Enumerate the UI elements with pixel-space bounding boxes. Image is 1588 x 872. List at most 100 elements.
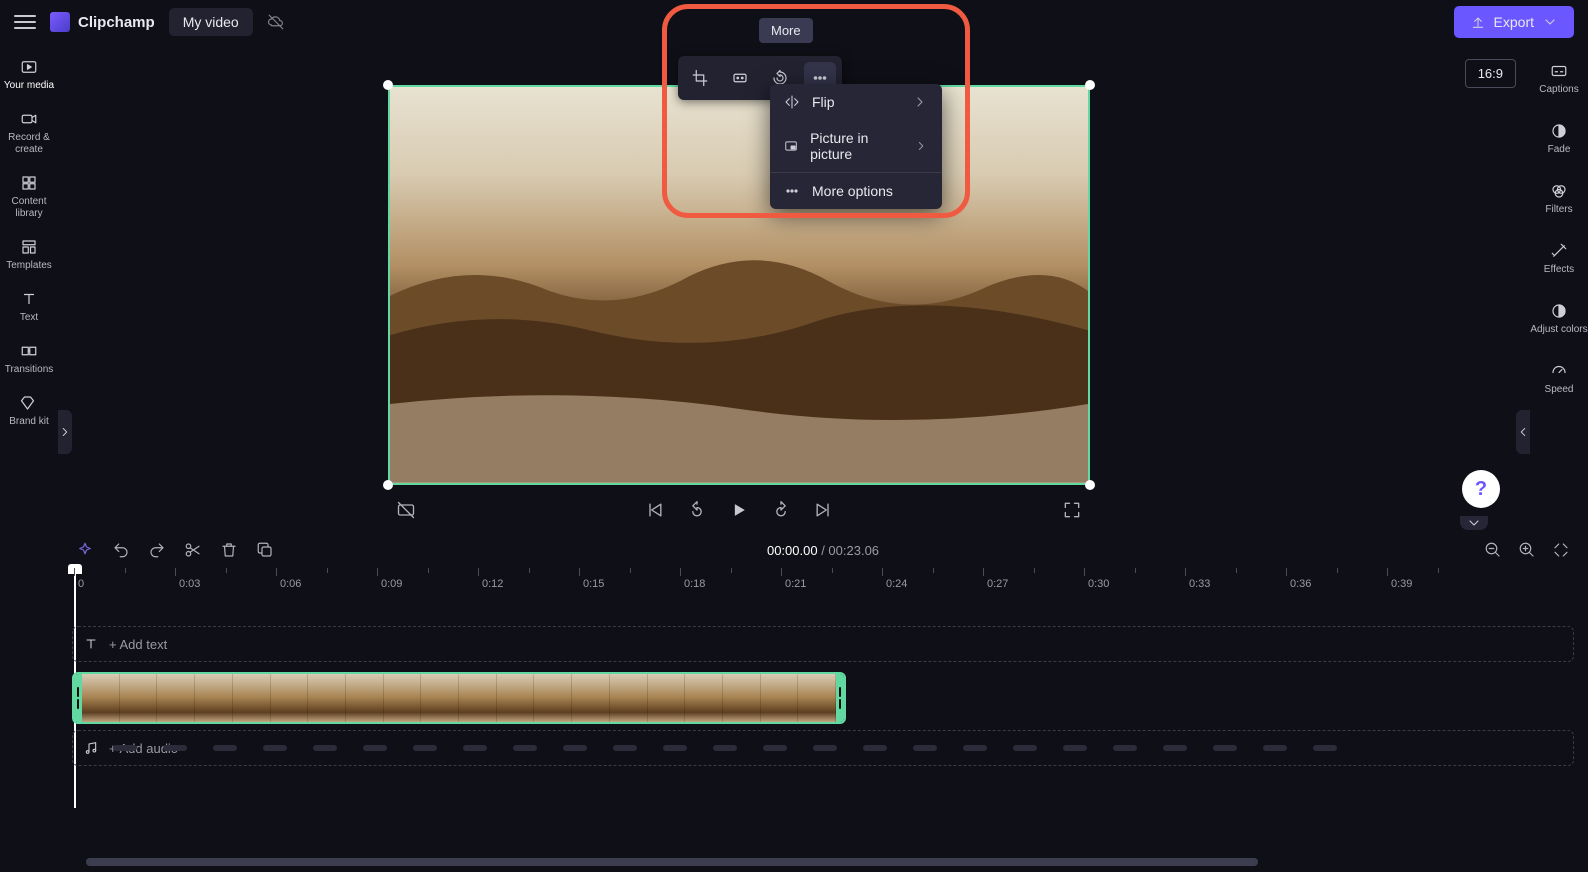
effects-icon bbox=[1550, 242, 1568, 260]
ruler-subtick bbox=[226, 568, 227, 573]
ruler-label: 0:06 bbox=[280, 578, 301, 590]
media-icon bbox=[20, 58, 38, 76]
library-icon bbox=[20, 174, 38, 192]
chevron-down-icon bbox=[1466, 515, 1482, 531]
menu-item-flip[interactable]: Flip bbox=[770, 84, 942, 120]
flip-icon bbox=[784, 94, 800, 110]
menu-item-more-options[interactable]: More options bbox=[770, 173, 942, 209]
more-tooltip: More bbox=[759, 18, 813, 43]
no-watermark-icon bbox=[396, 500, 416, 520]
redo-button[interactable] bbox=[148, 541, 166, 559]
help-button[interactable]: ? bbox=[1462, 470, 1500, 508]
play-button[interactable] bbox=[729, 500, 749, 520]
remove-watermark-button[interactable] bbox=[396, 500, 416, 520]
zoom-out-button[interactable] bbox=[1484, 541, 1502, 559]
export-button[interactable]: Export bbox=[1454, 6, 1574, 38]
cloud-sync-icon[interactable] bbox=[267, 13, 285, 31]
playhead-handle[interactable] bbox=[68, 564, 82, 574]
clip-handle-left[interactable] bbox=[74, 674, 82, 722]
menu-item-pip[interactable]: Picture in picture bbox=[770, 120, 942, 172]
panel-collapse-button[interactable] bbox=[1460, 516, 1488, 530]
zoom-in-button[interactable] bbox=[1518, 541, 1536, 559]
right-rail-collapse-button[interactable] bbox=[1516, 410, 1530, 454]
forward-icon bbox=[771, 500, 791, 520]
resize-handle-bl[interactable] bbox=[383, 480, 393, 490]
sidebar-item-transitions[interactable]: Transitions bbox=[0, 336, 60, 382]
zoom-fit-icon bbox=[1552, 541, 1570, 559]
sidebar-item-brand-kit[interactable]: Brand kit bbox=[0, 388, 60, 434]
rewind-button[interactable] bbox=[687, 500, 707, 520]
preview-canvas[interactable] bbox=[388, 85, 1090, 485]
aspect-ratio-button[interactable]: 16:9 bbox=[1465, 59, 1516, 88]
video-track[interactable] bbox=[72, 672, 1574, 720]
sidebar-item-record-create[interactable]: Record & create bbox=[0, 104, 60, 162]
ruler-subtick bbox=[125, 568, 126, 573]
sidebar-item-speed[interactable]: Speed bbox=[1528, 352, 1588, 406]
sidebar-item-effects[interactable]: Effects bbox=[1528, 232, 1588, 286]
ruler-tick bbox=[377, 568, 378, 576]
fullscreen-button[interactable] bbox=[1062, 500, 1082, 520]
resize-handle-tr[interactable] bbox=[1085, 80, 1095, 90]
brand-icon bbox=[20, 394, 38, 412]
upload-icon bbox=[1470, 14, 1486, 30]
ruler-tick bbox=[74, 568, 75, 576]
more-icon bbox=[784, 183, 800, 199]
timeline: 00:00.00 / 00:23.06 00:030:060:090:120:1… bbox=[58, 532, 1588, 872]
delete-button[interactable] bbox=[220, 541, 238, 559]
ai-button[interactable] bbox=[76, 541, 94, 559]
clip-handle-right[interactable] bbox=[836, 674, 844, 722]
filters-icon bbox=[1550, 182, 1568, 200]
ruler-subtick bbox=[1034, 568, 1035, 573]
crop-button[interactable] bbox=[684, 62, 716, 94]
preview-frame bbox=[388, 85, 1090, 485]
ruler-tick bbox=[1084, 568, 1085, 576]
ruler-label: 0:09 bbox=[381, 578, 402, 590]
resize-handle-tl[interactable] bbox=[383, 80, 393, 90]
resize-handle-br[interactable] bbox=[1085, 480, 1095, 490]
skip-forward-button[interactable] bbox=[813, 500, 833, 520]
music-icon bbox=[83, 740, 99, 756]
timeline-ruler[interactable]: 00:030:060:090:120:150:180:210:240:270:3… bbox=[72, 568, 1574, 594]
ruler-label: 0:30 bbox=[1088, 578, 1109, 590]
menu-button[interactable] bbox=[14, 15, 36, 29]
ruler-subtick bbox=[630, 568, 631, 573]
ruler-label: 0:15 bbox=[583, 578, 604, 590]
sidebar-item-captions[interactable]: Captions bbox=[1528, 52, 1588, 106]
left-rail-expand-button[interactable] bbox=[58, 410, 72, 454]
sidebar-item-your-media[interactable]: Your media bbox=[0, 52, 60, 98]
text-track-placeholder[interactable]: + Add text bbox=[72, 626, 1574, 662]
transport-controls bbox=[388, 492, 1090, 528]
ruler-subtick bbox=[327, 568, 328, 573]
scrollbar-thumb[interactable] bbox=[86, 858, 1258, 866]
more-dropdown: Flip Picture in picture More options bbox=[770, 84, 942, 209]
split-button[interactable] bbox=[184, 541, 202, 559]
ruler-label: 0:18 bbox=[684, 578, 705, 590]
fill-icon bbox=[731, 69, 749, 87]
app-logo[interactable]: Clipchamp bbox=[50, 12, 155, 32]
project-title[interactable]: My video bbox=[169, 8, 253, 36]
fill-button[interactable] bbox=[724, 62, 756, 94]
ruler-tick bbox=[175, 568, 176, 576]
video-clip[interactable] bbox=[72, 672, 846, 724]
sidebar-item-adjust-colors[interactable]: Adjust colors bbox=[1528, 292, 1588, 346]
ruler-tick bbox=[579, 568, 580, 576]
copy-icon bbox=[256, 541, 274, 559]
zoom-fit-button[interactable] bbox=[1552, 541, 1570, 559]
sidebar-item-templates[interactable]: Templates bbox=[0, 232, 60, 278]
ruler-subtick bbox=[529, 568, 530, 573]
ruler-tick bbox=[276, 568, 277, 576]
sidebar-item-fade[interactable]: Fade bbox=[1528, 112, 1588, 166]
copy-button[interactable] bbox=[256, 541, 274, 559]
sparkle-icon bbox=[76, 541, 94, 559]
sidebar-item-content-library[interactable]: Content library bbox=[0, 168, 60, 226]
sidebar-item-filters[interactable]: Filters bbox=[1528, 172, 1588, 226]
undo-button[interactable] bbox=[112, 541, 130, 559]
forward-button[interactable] bbox=[771, 500, 791, 520]
chevron-right-icon bbox=[912, 94, 928, 110]
audio-track-placeholder[interactable]: + Add audio bbox=[72, 730, 1574, 766]
logo-mark-icon bbox=[50, 12, 70, 32]
ruler-tick bbox=[882, 568, 883, 576]
skip-back-button[interactable] bbox=[645, 500, 665, 520]
sidebar-item-text[interactable]: Text bbox=[0, 284, 60, 330]
timeline-scrollbar[interactable] bbox=[86, 858, 1258, 866]
